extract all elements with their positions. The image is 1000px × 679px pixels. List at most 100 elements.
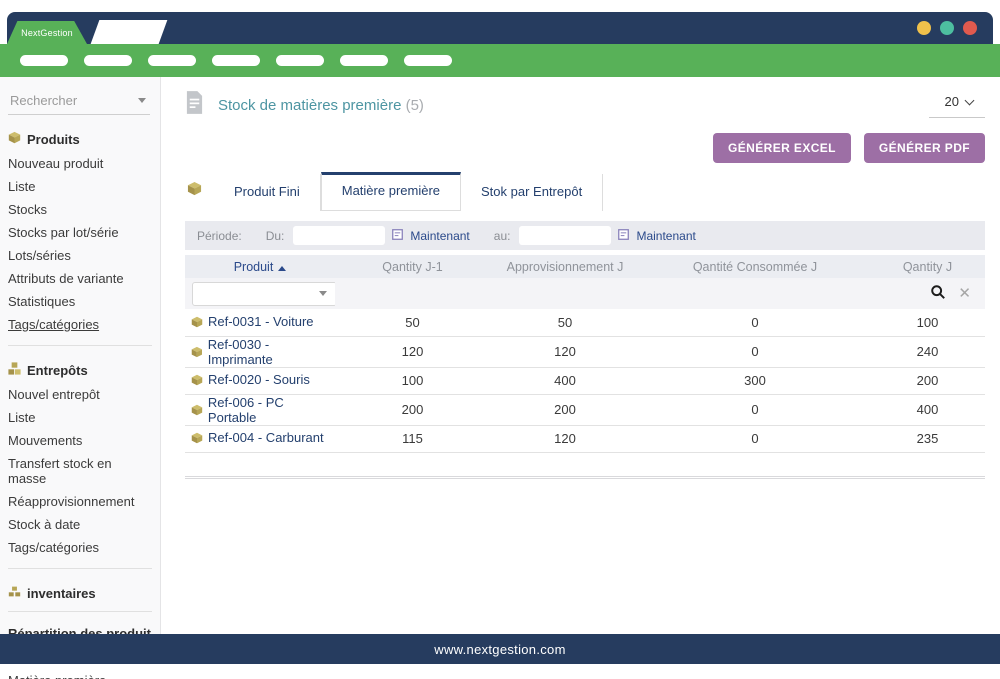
sidebar-section-produits[interactable]: Produits <box>8 131 152 147</box>
warehouse-icon <box>8 362 21 378</box>
appro-j-value: 400 <box>490 367 640 394</box>
page-size-value: 20 <box>945 94 959 109</box>
consumed-j-value: 0 <box>640 309 870 336</box>
table-row: Ref-004 - Carburant 115 120 0 235 <box>185 425 985 452</box>
section-title: Produits <box>27 132 80 147</box>
date-to-input[interactable] <box>519 226 611 245</box>
sidebar-item-mouvements[interactable]: Mouvements <box>0 430 160 451</box>
product-filter-select[interactable] <box>192 282 337 306</box>
chevron-down-icon <box>138 98 146 103</box>
table-filter-row: ✕ <box>185 278 985 309</box>
window-dots <box>917 21 977 35</box>
qty-j-value: 100 <box>870 309 985 336</box>
to-label: au: <box>494 229 511 243</box>
qty-j-value: 240 <box>870 336 985 367</box>
sidebar-search-select[interactable]: Rechercher <box>8 90 150 115</box>
sidebar-item-transfert-stock[interactable]: Transfert stock en masse <box>0 453 160 489</box>
calendar-icon[interactable] <box>618 229 629 243</box>
product-name: Ref-0031 - Voiture <box>208 314 314 329</box>
consumed-j-value: 0 <box>640 336 870 367</box>
appro-j-value: 50 <box>490 309 640 336</box>
product-link[interactable]: Ref-0030 - Imprimante <box>191 337 335 367</box>
section-title: Entrepôts <box>27 363 88 378</box>
qty-j-value: 235 <box>870 425 985 452</box>
qty-j1-value: 100 <box>335 367 490 394</box>
search-icon[interactable] <box>930 284 946 303</box>
calendar-icon[interactable] <box>392 229 403 243</box>
sidebar-item-statistiques[interactable]: Statistiques <box>0 291 160 312</box>
footer-bar: www.nextgestion.com <box>0 634 1000 664</box>
column-header-qantity-j1[interactable]: Qantity J-1 <box>335 255 490 278</box>
column-label: Produit <box>234 260 274 274</box>
tab-produit-fini[interactable]: Produit Fini <box>214 174 321 211</box>
sidebar-section-entrepots[interactable]: Entrepôts <box>8 362 152 378</box>
app-window: NextGestion Rechercher Produits Nouveau … <box>0 0 1000 679</box>
sidebar-item-attributs-variante[interactable]: Attributs de variante <box>0 268 160 289</box>
sidebar-divider <box>8 611 152 612</box>
qty-j1-value: 115 <box>335 425 490 452</box>
page-title-text: Stock de matières première <box>218 97 401 114</box>
generate-pdf-button[interactable]: GÉNÉRER PDF <box>864 133 985 163</box>
sidebar-item-nouvel-entrepot[interactable]: Nouvel entrepôt <box>0 384 160 405</box>
nav-pill[interactable] <box>404 55 452 66</box>
sidebar-item-nouveau-produit[interactable]: Nouveau produit <box>0 153 160 174</box>
product-link[interactable]: Ref-006 - PC Portable <box>191 395 335 425</box>
yellow-dot-icon <box>917 21 931 35</box>
nav-pill[interactable] <box>276 55 324 66</box>
now-link-from[interactable]: Maintenant <box>410 229 469 243</box>
sidebar-item-matiere-premiere[interactable]: Matière première <box>0 670 160 679</box>
sidebar-item-lots-series[interactable]: Lots/séries <box>0 245 160 266</box>
stock-table: Produit Qantity J-1 Approvisionnement J … <box>185 255 985 453</box>
appro-j-value: 120 <box>490 425 640 452</box>
sidebar-item-tags-categories-produits[interactable]: Tags/catégories <box>0 314 160 335</box>
search-placeholder: Rechercher <box>10 93 77 108</box>
from-label: Du: <box>266 229 285 243</box>
appro-j-value: 200 <box>490 394 640 425</box>
table-row: Ref-006 - PC Portable 200 200 0 400 <box>185 394 985 425</box>
column-header-qantite-consommee-j[interactable]: Qantité Consommée J <box>640 255 870 278</box>
qty-j-value: 400 <box>870 394 985 425</box>
tab-stok-par-entrepot[interactable]: Stok par Entrepôt <box>461 174 603 211</box>
column-header-produit[interactable]: Produit <box>185 255 335 278</box>
tab-matiere-premiere[interactable]: Matière première <box>321 172 461 211</box>
column-header-approvisionnement-j[interactable]: Approvisionnement J <box>490 255 640 278</box>
nav-pill[interactable] <box>212 55 260 66</box>
sidebar-item-stocks[interactable]: Stocks <box>0 199 160 220</box>
clear-filter-icon[interactable]: ✕ <box>958 286 971 301</box>
date-from-input[interactable] <box>293 226 385 245</box>
sidebar-item-stock-a-date[interactable]: Stock à date <box>0 514 160 535</box>
now-link-to[interactable]: Maintenant <box>636 229 695 243</box>
table-row: Ref-0031 - Voiture 50 50 0 100 <box>185 309 985 336</box>
column-header-qantity-j[interactable]: Qantity J <box>870 255 985 278</box>
product-name: Ref-0030 - Imprimante <box>208 337 335 367</box>
sidebar-item-tags-categories-entrepots[interactable]: Tags/catégories <box>0 537 160 558</box>
nav-pill[interactable] <box>20 55 68 66</box>
product-link[interactable]: Ref-0031 - Voiture <box>191 314 314 329</box>
generate-excel-button[interactable]: GÉNÉRER EXCEL <box>713 133 851 163</box>
sidebar-item-liste-entrepots[interactable]: Liste <box>0 407 160 428</box>
product-link[interactable]: Ref-004 - Carburant <box>191 430 324 445</box>
page-size-select[interactable]: 20 <box>929 92 985 118</box>
blocks-icon <box>8 585 21 601</box>
table-row: Ref-0030 - Imprimante 120 120 0 240 <box>185 336 985 367</box>
product-name: Ref-006 - PC Portable <box>208 395 335 425</box>
nav-pill[interactable] <box>148 55 196 66</box>
qty-j1-value: 120 <box>335 336 490 367</box>
sidebar: Rechercher Produits Nouveau produit List… <box>0 77 161 634</box>
browser-tab-shape <box>91 20 168 44</box>
sidebar-item-liste-produits[interactable]: Liste <box>0 176 160 197</box>
export-buttons: GÉNÉRER EXCEL GÉNÉRER PDF <box>185 133 985 163</box>
chevron-down-icon <box>319 291 327 296</box>
nav-pill[interactable] <box>340 55 388 66</box>
product-link[interactable]: Ref-0020 - Souris <box>191 372 310 387</box>
sidebar-item-stocks-lot-serie[interactable]: Stocks par lot/série <box>0 222 160 243</box>
consumed-j-value: 0 <box>640 425 870 452</box>
main-content: Stock de matières première (5) 20 GÉNÉRE… <box>161 77 1000 634</box>
product-name: Ref-004 - Carburant <box>208 430 324 445</box>
box-icon <box>8 131 21 147</box>
sidebar-section-inventaires[interactable]: inventaires <box>8 585 152 601</box>
sidebar-item-reapprovisionnement[interactable]: Réapprovisionnement <box>0 491 160 512</box>
browser-titlebar: NextGestion <box>7 12 993 44</box>
nav-pill[interactable] <box>84 55 132 66</box>
record-count: (5) <box>406 97 424 114</box>
